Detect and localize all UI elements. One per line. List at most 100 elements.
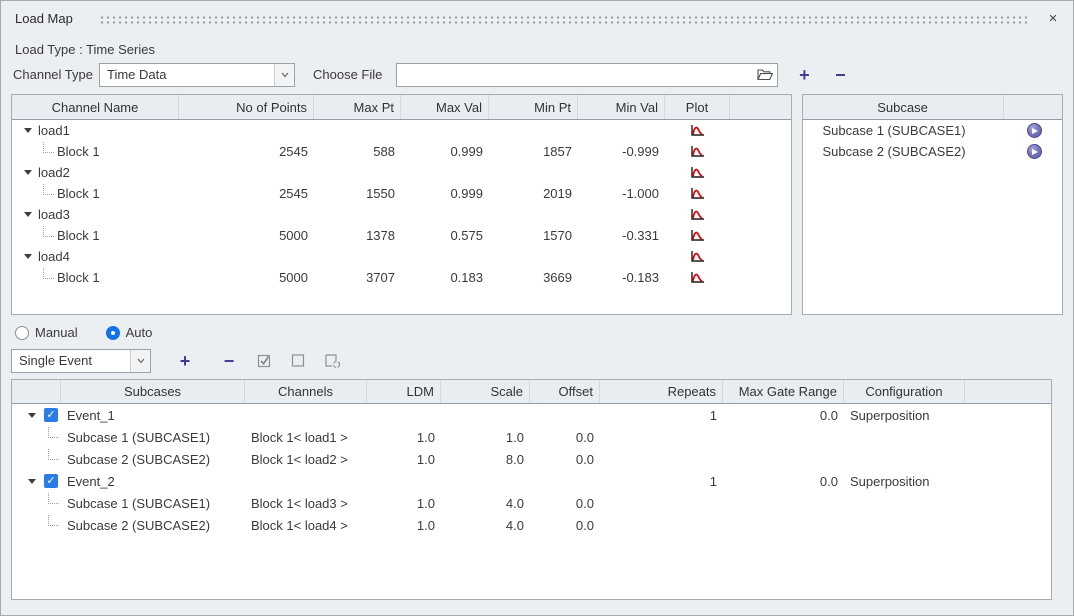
uncheck-all-icon[interactable] — [291, 353, 306, 368]
refresh-events-icon[interactable] — [324, 353, 342, 369]
play-icon[interactable] — [1027, 123, 1042, 138]
add-channel-button[interactable]: + — [794, 65, 814, 85]
choose-file-field[interactable] — [396, 63, 778, 87]
channels-cell[interactable]: Block 1< load2 > — [245, 448, 367, 470]
plot-icon[interactable] — [665, 183, 730, 204]
event-subrow[interactable]: Subcase 1 (SUBCASE1) Block 1< load3 > 1.… — [12, 492, 1051, 514]
tree-branch — [43, 226, 54, 237]
plot-icon[interactable] — [665, 162, 730, 183]
offset-cell[interactable]: 0.0 — [530, 492, 600, 514]
table-row[interactable]: Block 1 5000 3707 0.183 3669 -0.183 — [12, 267, 791, 288]
col-max-pt[interactable]: Max Pt — [314, 95, 401, 119]
event-subrow[interactable]: Subcase 2 (SUBCASE2) Block 1< load2 > 1.… — [12, 448, 1051, 470]
table-row[interactable]: load1 — [12, 120, 791, 141]
plot-icon[interactable] — [665, 204, 730, 225]
col-subcases[interactable]: Subcases — [61, 380, 245, 403]
col-repeats[interactable]: Repeats — [600, 380, 723, 403]
channels-cell[interactable]: Block 1< load4 > — [245, 514, 367, 536]
scale-cell[interactable] — [441, 404, 530, 426]
scale-cell[interactable]: 4.0 — [441, 514, 530, 536]
repeats-cell[interactable]: 1 — [600, 404, 723, 426]
event-subrow[interactable]: Subcase 2 (SUBCASE2) Block 1< load4 > 1.… — [12, 514, 1051, 536]
col-min-pt[interactable]: Min Pt — [489, 95, 578, 119]
scale-cell[interactable] — [441, 470, 530, 492]
channels-cell[interactable]: Block 1< load3 > — [245, 492, 367, 514]
offset-cell[interactable] — [530, 404, 600, 426]
expander-icon[interactable] — [24, 170, 32, 175]
offset-cell[interactable]: 0.0 — [530, 514, 600, 536]
col-plot[interactable]: Plot — [665, 95, 730, 119]
col-subcase[interactable]: Subcase — [803, 95, 1004, 119]
check-all-icon[interactable] — [257, 353, 273, 368]
plot-icon[interactable] — [665, 267, 730, 288]
manual-radio-label[interactable]: Manual — [35, 325, 78, 340]
manual-radio[interactable] — [15, 326, 29, 340]
ldm-cell[interactable]: 1.0 — [367, 514, 441, 536]
event-row[interactable]: ✓ Event_2 1 0.0 Superposition — [12, 470, 1051, 492]
table-row[interactable]: Block 1 2545 588 0.999 1857 -0.999 — [12, 141, 791, 162]
plot-icon[interactable] — [665, 246, 730, 267]
offset-cell[interactable]: 0.0 — [530, 448, 600, 470]
chevron-down-icon[interactable] — [274, 64, 294, 86]
table-row[interactable]: load2 — [12, 162, 791, 183]
subcase-row[interactable]: Subcase 2 (SUBCASE2) — [803, 141, 1063, 162]
remove-event-button[interactable]: − — [219, 351, 239, 371]
add-event-button[interactable]: + — [175, 351, 195, 371]
expander-icon[interactable] — [24, 212, 32, 217]
auto-radio[interactable] — [106, 326, 120, 340]
plot-icon[interactable] — [665, 141, 730, 162]
scale-cell[interactable]: 8.0 — [441, 448, 530, 470]
configuration-cell[interactable]: Superposition — [844, 470, 965, 492]
chevron-down-icon[interactable] — [130, 350, 150, 372]
table-row[interactable]: load4 — [12, 246, 791, 267]
col-max-val[interactable]: Max Val — [401, 95, 489, 119]
offset-cell[interactable] — [530, 470, 600, 492]
col-min-val[interactable]: Min Val — [578, 95, 665, 119]
scale-cell[interactable]: 4.0 — [441, 492, 530, 514]
ldm-cell[interactable]: 1.0 — [367, 426, 441, 448]
ldm-cell[interactable]: 1.0 — [367, 448, 441, 470]
col-offset[interactable]: Offset — [530, 380, 600, 403]
event-row[interactable]: ✓ Event_1 1 0.0 Superposition — [12, 404, 1051, 426]
subcase-row[interactable]: Subcase 1 (SUBCASE1) — [803, 120, 1063, 141]
max-gate-cell[interactable]: 0.0 — [723, 404, 844, 426]
table-row[interactable]: Block 1 5000 1378 0.575 1570 -0.331 — [12, 225, 791, 246]
channels-cell[interactable]: Block 1< load1 > — [245, 426, 367, 448]
event-subrow[interactable]: Subcase 1 (SUBCASE1) Block 1< load1 > 1.… — [12, 426, 1051, 448]
repeats-cell[interactable]: 1 — [600, 470, 723, 492]
col-channel-name[interactable]: Channel Name — [12, 95, 179, 119]
expander-icon[interactable] — [24, 128, 32, 133]
col-ldm[interactable]: LDM — [367, 380, 441, 403]
drag-handle-dots[interactable] — [99, 15, 1027, 24]
col-channels[interactable]: Channels — [245, 380, 367, 403]
expander-icon[interactable] — [24, 254, 32, 259]
ldm-cell[interactable] — [367, 404, 441, 426]
table-row[interactable]: Block 1 2545 1550 0.999 2019 -1.000 — [12, 183, 791, 204]
close-icon[interactable]: × — [1043, 8, 1063, 28]
auto-radio-label[interactable]: Auto — [126, 325, 153, 340]
plot-icon[interactable] — [665, 120, 730, 141]
channel-type-select[interactable]: Time Data — [99, 63, 295, 87]
col-configuration[interactable]: Configuration — [844, 380, 965, 403]
max-gate-cell[interactable]: 0.0 — [723, 470, 844, 492]
event-checkbox-checked[interactable]: ✓ — [44, 408, 58, 422]
choose-file-input[interactable] — [397, 67, 753, 82]
play-icon[interactable] — [1027, 144, 1042, 159]
event-type-select[interactable]: Single Event — [11, 349, 151, 373]
col-max-gate-range[interactable]: Max Gate Range — [723, 380, 844, 403]
plot-icon[interactable] — [665, 225, 730, 246]
expander-icon[interactable] — [28, 413, 36, 418]
expander-icon[interactable] — [28, 479, 36, 484]
remove-channel-button[interactable]: − — [830, 65, 850, 85]
ldm-cell[interactable] — [367, 470, 441, 492]
table-row[interactable]: load3 — [12, 204, 791, 225]
offset-cell[interactable]: 0.0 — [530, 426, 600, 448]
event-checkbox-checked[interactable]: ✓ — [44, 474, 58, 488]
col-scale[interactable]: Scale — [441, 380, 530, 403]
folder-icon[interactable] — [753, 68, 777, 81]
col-no-of-points[interactable]: No of Points — [179, 95, 314, 119]
configuration-cell[interactable]: Superposition — [844, 404, 965, 426]
ldm-cell[interactable]: 1.0 — [367, 492, 441, 514]
scale-cell[interactable]: 1.0 — [441, 426, 530, 448]
points-cell — [179, 162, 314, 183]
